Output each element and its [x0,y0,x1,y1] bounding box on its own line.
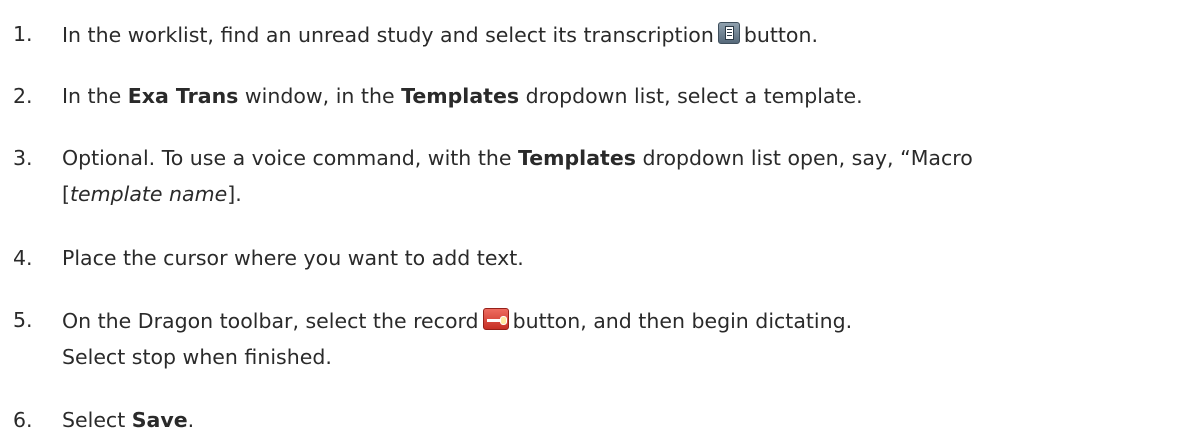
ui-label-exa-trans: Exa Trans [127,84,239,108]
transcription-icon [717,22,740,44]
step-number: 1. [13,22,33,46]
step-text: Optional. To use a voice command, with t… [62,146,1192,206]
step-text-part: window, in the [238,84,402,108]
step-text-part: In the [62,84,128,108]
step-text-part: In the worklist, find an unread study an… [62,23,714,47]
placeholder-template-name: template name [70,182,228,206]
step-text: Place the cursor where you want to add t… [62,246,1192,270]
step-text: On the Dragon toolbar, select the record… [62,308,1192,369]
step-text: Select Save. [62,408,1192,432]
record-icon [482,308,509,330]
step-text-part: button. [743,23,818,47]
ui-label-templates: Templates [401,84,520,108]
ui-label-save: Save [131,408,188,432]
step-text-part: Select stop when finished. [62,345,332,369]
step-text-part: Select [62,408,132,432]
step-text-part: Place the cursor where you want to add t… [62,246,524,270]
step-number: 6. [13,408,33,432]
step-text-part: dropdown list open, say, “Macro [635,146,973,170]
step-text-part: ]. [227,182,242,206]
step-text-part: [ [62,182,70,206]
ui-label-templates: Templates [517,146,636,170]
step-text-part: . [187,408,195,432]
step-number: 2. [13,84,33,108]
step-text-part: button, and then begin dictating. [512,309,853,333]
step-text: In the Exa Trans window, in the Template… [62,84,1192,108]
step-number: 3. [13,146,33,170]
step-text-part: On the Dragon toolbar, select the record [62,309,479,333]
step-text-part: Optional. To use a voice command, with t… [62,146,518,170]
step-text: In the worklist, find an unread study an… [62,22,1192,47]
step-number: 4. [13,246,33,270]
step-number: 5. [13,308,33,332]
step-text-part: dropdown list, select a template. [519,84,863,108]
